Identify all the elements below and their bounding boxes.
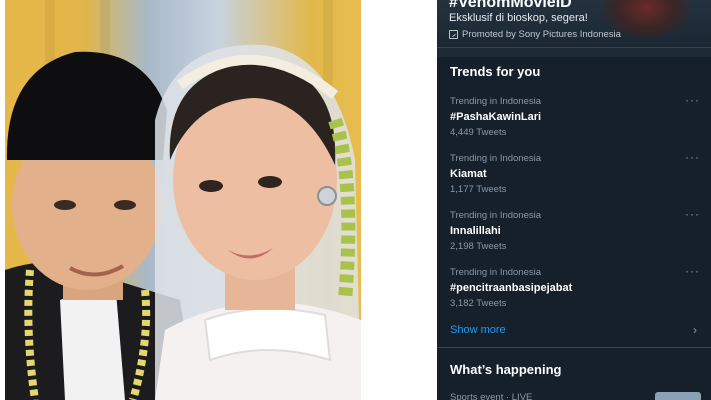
- trend-tweet-count: 2,198 Tweets: [450, 241, 507, 252]
- trend-context: Trending in Indonesia: [450, 210, 542, 221]
- section-divider: [437, 347, 711, 348]
- trend-item[interactable]: Trending in Indonesia Innalillahi 2,198 …: [450, 207, 700, 252]
- trends-heading: Trends for you: [450, 64, 541, 79]
- promoted-trend-title[interactable]: #VenomMovieID: [449, 0, 572, 12]
- twitter-sidebar: #VenomMovieID Eksklusif di bioskop, sege…: [437, 0, 711, 400]
- trend-name[interactable]: Innalillahi: [450, 225, 700, 237]
- couple-illustration: [5, 44, 361, 400]
- wedding-photo: [5, 0, 361, 400]
- trend-name[interactable]: Kiamat: [450, 168, 700, 180]
- event-context: Sports event · LIVE: [450, 392, 533, 400]
- whats-happening-heading: What’s happening: [450, 362, 562, 377]
- promoted-trend-description: Eksklusif di bioskop, segera!: [449, 12, 588, 24]
- trend-item[interactable]: Trending in Indonesia #pencitraanbasipej…: [450, 264, 700, 309]
- show-more-link[interactable]: Show more: [450, 324, 506, 336]
- trend-name[interactable]: #PashaKawinLari: [450, 111, 700, 123]
- more-options-icon[interactable]: ···: [685, 93, 700, 107]
- more-options-icon[interactable]: ···: [685, 207, 700, 221]
- promoted-icon: [449, 30, 458, 39]
- chevron-right-icon[interactable]: ›: [693, 323, 697, 337]
- promoted-trend[interactable]: #VenomMovieID Eksklusif di bioskop, sege…: [437, 0, 711, 47]
- promoted-by-row: Promoted by Sony Pictures Indonesia: [449, 29, 621, 40]
- trend-name[interactable]: #pencitraanbasipejabat: [450, 282, 700, 294]
- promoted-by-label: Promoted by Sony Pictures Indonesia: [462, 29, 621, 40]
- more-options-icon[interactable]: ···: [685, 150, 700, 164]
- trend-item[interactable]: Trending in Indonesia Kiamat 1,177 Tweet…: [450, 150, 700, 195]
- more-options-icon[interactable]: ···: [685, 264, 700, 278]
- trend-tweet-count: 1,177 Tweets: [450, 184, 507, 195]
- trend-item[interactable]: Trending in Indonesia #PashaKawinLari 4,…: [450, 93, 700, 138]
- section-divider: [437, 47, 711, 57]
- trend-tweet-count: 4,449 Tweets: [450, 127, 507, 138]
- trend-context: Trending in Indonesia: [450, 153, 542, 164]
- event-thumbnail[interactable]: [655, 392, 701, 400]
- trend-context: Trending in Indonesia: [450, 267, 542, 278]
- trend-context: Trending in Indonesia: [450, 96, 542, 107]
- trend-tweet-count: 3,182 Tweets: [450, 298, 507, 309]
